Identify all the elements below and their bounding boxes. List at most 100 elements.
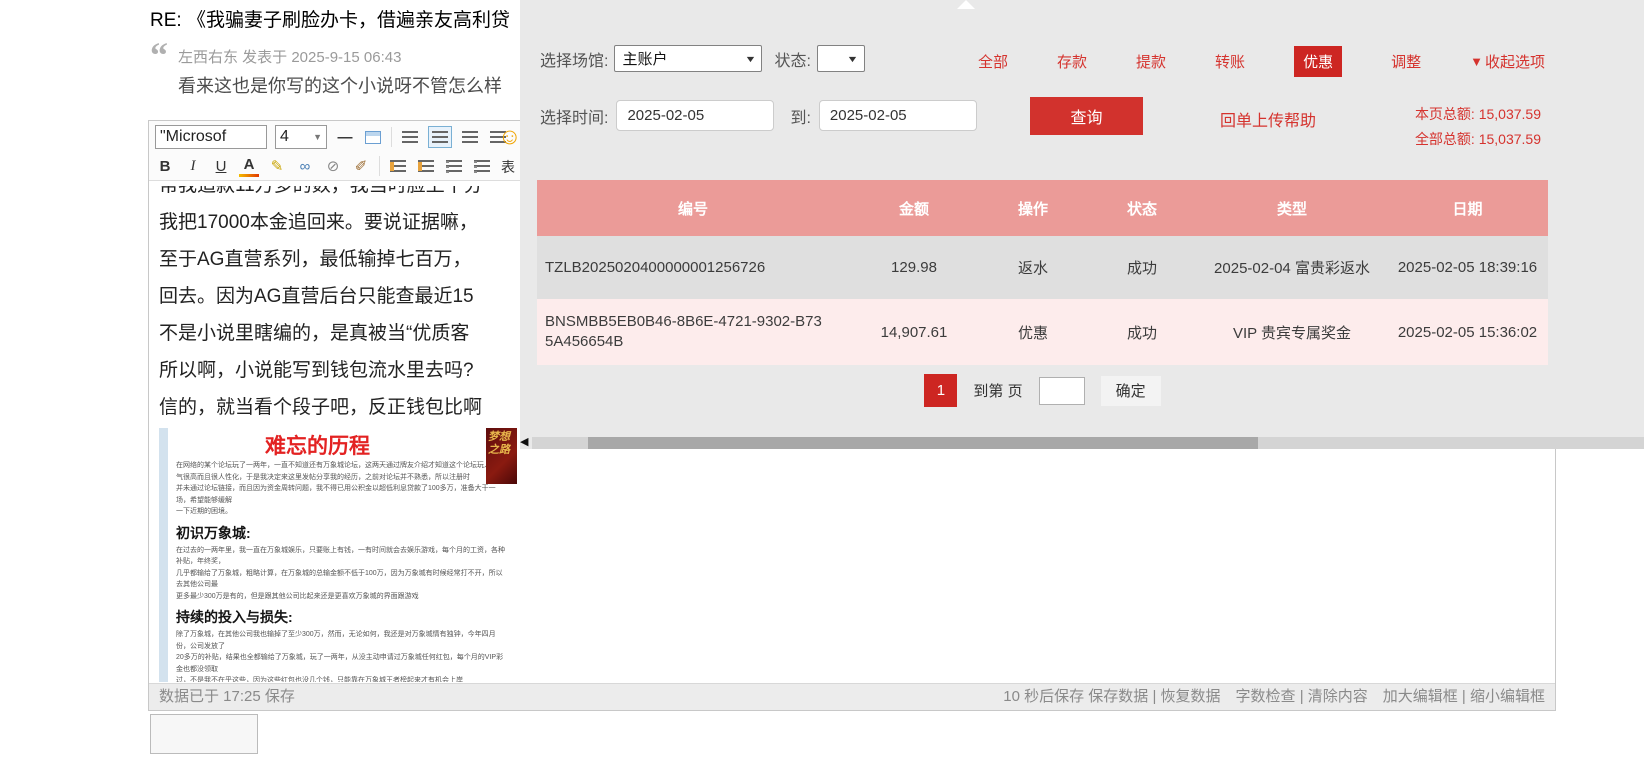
image-paragraph: 气很高而且很人性化，于是我决定来这里发帖分享我的经历，之前对论坛并不熟悉，所以注… — [176, 473, 470, 481]
chevron-down-icon: ▼ — [313, 132, 322, 142]
indent-icon[interactable] — [416, 155, 436, 177]
align-left-icon[interactable] — [400, 126, 420, 148]
filter-row-time: 选择时间: 到: — [540, 100, 977, 131]
cell-status: 成功 — [1126, 324, 1157, 342]
underline-icon[interactable]: U — [211, 155, 231, 177]
page-number-button[interactable]: 1 — [924, 374, 958, 407]
tab-transfer[interactable]: 转账 — [1215, 51, 1245, 72]
image-paragraph: 更多最少300万是有的，但是跟其他公司比起来还是更喜欢万象城的界面跟游戏 — [176, 592, 419, 600]
collapse-options-label: 收起选项 — [1484, 54, 1545, 71]
scrollbar-thumb[interactable] — [588, 437, 1258, 449]
bars-glyph — [390, 159, 406, 173]
query-button[interactable]: 查询 — [1030, 97, 1143, 135]
status-select[interactable]: ▼ — [816, 45, 865, 72]
image-paragraph: 过，不是我不在乎这些，因为这些红包也没几个钱，只能靠在万象城王者榜起来才有机会上… — [176, 677, 463, 682]
font-family-select[interactable]: "Microsof — [155, 125, 267, 149]
col-header-status: 状态 — [1126, 200, 1157, 218]
tab-deposit[interactable]: 存款 — [1057, 51, 1087, 72]
toolbar-divider — [379, 156, 380, 176]
image-paragraph: 在网络的某个论坛玩了一两年，一直不知道还有万象城论坛，这两天通过牌友介绍才知道这… — [176, 462, 491, 469]
horizontal-rule-icon[interactable]: — — [335, 126, 355, 148]
collapse-options-link[interactable]: ▼ 收起选项 — [1470, 51, 1545, 72]
cell-operation: 优惠 — [1017, 324, 1048, 342]
venue-label: 选择场馆: — [540, 52, 609, 70]
attachment-tab-partial[interactable] — [150, 714, 258, 754]
insert-link-icon[interactable]: ∞ — [295, 155, 315, 177]
tab-withdraw[interactable]: 提款 — [1136, 51, 1166, 72]
tab-promo[interactable]: 优惠 — [1294, 46, 1343, 77]
emoticon-icon[interactable]: ☺ — [498, 123, 521, 149]
autosave-status: 数据已于 17:25 保存 — [159, 688, 295, 705]
editor-statusbar: 数据已于 17:25 保存 10 秒后保存 保存数据 | 恢复数据 字数检查 |… — [149, 683, 1555, 710]
align-center-icon[interactable] — [428, 126, 452, 148]
bars-glyph — [474, 159, 490, 173]
cell-type: 2025-02-04 富贵彩返水 — [1214, 260, 1370, 277]
font-family-value: "Microsof — [160, 128, 227, 145]
page-total: 本页总额: 15,037.59 — [1414, 106, 1541, 122]
image-title: 难忘的历程 — [265, 435, 370, 458]
insert-table-icon[interactable] — [363, 126, 383, 148]
col-header-date: 日期 — [1452, 200, 1483, 218]
table-row: BNSMBB5EB0B46-8B6E-4721-9302-B735A456654… — [537, 299, 1548, 365]
italic-icon[interactable]: I — [183, 155, 203, 177]
bullet-list-icon[interactable] — [472, 155, 492, 177]
bars-glyph — [402, 130, 418, 144]
font-size-value: 4 — [280, 128, 289, 145]
col-header-id: 编号 — [677, 200, 708, 218]
venue-select[interactable]: 主账户 ▼ — [614, 45, 763, 72]
image-paragraph: 一下近期的困境。 — [176, 508, 232, 515]
bold-icon[interactable]: B — [155, 155, 175, 177]
emoticon-label[interactable]: 表 — [501, 157, 515, 177]
totals: 本页总额: 15,037.59 全部总额: 15,037.59 — [1415, 102, 1541, 152]
bars-glyph — [418, 159, 434, 173]
all-total: 全部总额: 15,037.59 — [1414, 131, 1541, 147]
panel-notch — [957, 0, 975, 9]
scroll-left-arrow-icon[interactable]: ◀ — [520, 435, 528, 448]
image-section-heading: 持续的投入与损失: — [176, 609, 293, 625]
cell-status: 成功 — [1126, 260, 1157, 277]
cell-id: TZLB2025020400000001256726 — [545, 259, 766, 276]
outdent-icon[interactable] — [388, 155, 408, 177]
cell-id: BNSMBB5EB0B46-8B6E-4721-9302-B735A456654… — [545, 313, 822, 350]
tab-adjust[interactable]: 调整 — [1391, 51, 1421, 72]
col-header-type: 类型 — [1276, 200, 1307, 218]
table-row: TZLB2025020400000001256726 129.98 返水 成功 … — [537, 236, 1548, 299]
remove-link-icon[interactable]: ⊘ — [323, 155, 343, 177]
venue-value: 主账户 — [622, 51, 668, 68]
image-paragraph: 在过去的一两年里，我一直在万象城娱乐，只要账上有钱，一有时间就会去娱乐游戏，每个… — [176, 546, 505, 566]
image-paragraph: 并未通过论坛链接，而且因为资金周转问题，我不得已用公积金以超低利息贷款了100多… — [176, 485, 496, 504]
font-color-icon[interactable]: A — [239, 155, 259, 177]
table-grid-icon — [365, 130, 381, 144]
cell-amount: 14,907.61 — [880, 323, 948, 341]
clean-format-icon[interactable]: ✐ — [351, 155, 371, 177]
transactions-panel: 选择场馆: 主账户 ▼ 状态: ▼ 全部 存款 提款 转账 优惠 调整 ▼ 收起… — [520, 0, 1644, 449]
cell-date: 2025-02-05 18:39:16 — [1397, 259, 1538, 276]
goto-page-input[interactable] — [1038, 376, 1085, 405]
to-label: 到: — [790, 109, 811, 127]
transaction-tabs: 全部 存款 提款 转账 优惠 调整 ▼ 收起选项 — [978, 46, 1545, 77]
date-to-input[interactable] — [818, 100, 977, 131]
pagination: 1 到第 页 确定 — [537, 374, 1548, 407]
date-from-input[interactable] — [616, 100, 775, 131]
quote-icon: “ — [150, 35, 168, 75]
table-header-row: 编号 金额 操作 状态 类型 日期 — [537, 180, 1548, 236]
image-paragraph: 几乎都输给了万象城，粗略计算，在万象城的总输金额不低于100万，因为万象城有时候… — [176, 569, 503, 589]
triangle-down-icon: ▼ — [1470, 54, 1483, 69]
chevron-down-icon: ▼ — [846, 53, 859, 64]
bars-glyph — [432, 130, 448, 144]
bars-glyph — [446, 159, 462, 173]
quote-text: 看来这也是你写的这个小说呀不管怎么样 — [178, 76, 502, 96]
cell-amount: 129.98 — [891, 259, 937, 276]
highlight-icon[interactable]: ✎ — [267, 155, 287, 177]
align-right-icon[interactable] — [460, 126, 480, 148]
receipt-upload-help-link[interactable]: 回单上传帮助 — [1220, 107, 1316, 131]
goto-page-label: 到第 页 — [973, 383, 1023, 400]
tab-all[interactable]: 全部 — [978, 51, 1008, 72]
statusbar-actions[interactable]: 10 秒后保存 保存数据 | 恢复数据 字数检查 | 清除内容 加大编辑框 | … — [1003, 684, 1545, 710]
confirm-button[interactable]: 确定 — [1100, 375, 1161, 406]
font-size-select[interactable]: 4 ▼ — [275, 125, 327, 149]
chevron-down-icon: ▼ — [743, 53, 757, 64]
image-section-heading: 初识万象城: — [176, 524, 251, 541]
ordered-list-icon[interactable] — [444, 155, 464, 177]
cell-operation: 返水 — [1017, 260, 1048, 277]
